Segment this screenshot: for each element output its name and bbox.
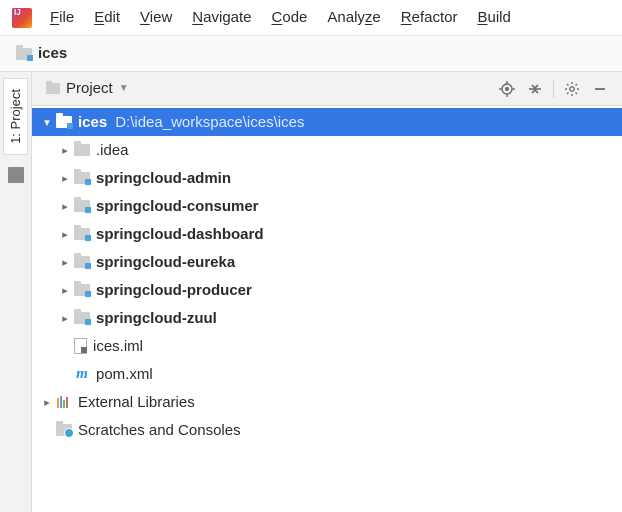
module-folder-icon — [74, 172, 90, 184]
module-folder-icon — [74, 256, 90, 268]
module-folder-icon — [74, 200, 90, 212]
tree-item-label: springcloud-admin — [96, 170, 231, 187]
chevron-right-icon[interactable]: ▸ — [58, 312, 72, 325]
tree-item[interactable]: ▸ springcloud-zuul — [32, 304, 622, 332]
menu-build[interactable]: Build — [467, 5, 520, 30]
tree-item[interactable]: ▸ .idea — [32, 136, 622, 164]
tree-external-libraries[interactable]: ▸ External Libraries — [32, 388, 622, 416]
menu-edit[interactable]: Edit — [84, 5, 130, 30]
collapse-all-button[interactable] — [524, 78, 546, 100]
libraries-icon — [56, 394, 72, 410]
menubar: FileEditViewNavigateCodeAnalyzeRefactorB… — [0, 0, 622, 36]
module-folder-icon — [56, 116, 72, 128]
chevron-right-icon[interactable]: ▸ — [58, 284, 72, 297]
chevron-right-icon[interactable]: ▸ — [58, 256, 72, 269]
file-icon — [74, 338, 87, 354]
maven-icon: m — [74, 366, 90, 382]
left-gutter: 1: Project — [0, 72, 32, 512]
chevron-right-icon[interactable]: ▸ — [58, 200, 72, 213]
module-folder-icon — [74, 284, 90, 296]
tree-item-label: ices.iml — [93, 338, 143, 355]
project-tree: ▾ ices D:\idea_workspace\ices\ices ▸ .ide… — [32, 106, 622, 512]
breadcrumb-project[interactable]: ices — [38, 45, 67, 62]
app-icon — [12, 8, 32, 28]
chevron-down-icon[interactable]: ▾ — [40, 116, 54, 129]
module-folder-icon — [74, 228, 90, 240]
menu-analyze[interactable]: Analyze — [317, 5, 390, 30]
tree-item[interactable]: ▸ springcloud-consumer — [32, 192, 622, 220]
chevron-right-icon[interactable]: ▸ — [58, 144, 72, 157]
structure-toolwindow-icon[interactable] — [8, 167, 24, 183]
tree-item-label: springcloud-producer — [96, 282, 252, 299]
panel-view-selector[interactable]: Project ▼ — [40, 78, 135, 99]
module-folder-icon — [16, 48, 32, 60]
gear-icon[interactable] — [561, 78, 583, 100]
tree-item-label: springcloud-dashboard — [96, 226, 264, 243]
tree-scratches[interactable]: Scratches and Consoles — [32, 416, 622, 444]
menu-file[interactable]: File — [40, 5, 84, 30]
tree-item[interactable]: ices.iml — [32, 332, 622, 360]
scratches-label: Scratches and Consoles — [78, 422, 241, 439]
tree-item-label: pom.xml — [96, 366, 153, 383]
tree-item[interactable]: ▸ springcloud-eureka — [32, 248, 622, 276]
separator — [553, 80, 554, 98]
folder-icon — [46, 83, 60, 94]
module-folder-icon — [74, 312, 90, 324]
tree-item[interactable]: ▸ springcloud-dashboard — [32, 220, 622, 248]
ext-libs-label: External Libraries — [78, 394, 195, 411]
tree-root[interactable]: ▾ ices D:\idea_workspace\ices\ices — [32, 108, 622, 136]
chevron-down-icon: ▼ — [119, 83, 129, 94]
project-panel-header: Project ▼ — [32, 72, 622, 106]
menu-view[interactable]: View — [130, 5, 182, 30]
tree-item[interactable]: ▸ springcloud-producer — [32, 276, 622, 304]
tree-item[interactable]: ▸ springcloud-admin — [32, 164, 622, 192]
breadcrumb: ices — [0, 36, 622, 72]
tree-item-label: springcloud-eureka — [96, 254, 235, 271]
locate-button[interactable] — [496, 78, 518, 100]
menu-code[interactable]: Code — [262, 5, 318, 30]
menu-refactor[interactable]: Refactor — [391, 5, 468, 30]
chevron-right-icon[interactable]: ▸ — [58, 228, 72, 241]
chevron-right-icon[interactable]: ▸ — [40, 396, 54, 409]
tree-item-label: springcloud-consumer — [96, 198, 259, 215]
tree-item[interactable]: m pom.xml — [32, 360, 622, 388]
scratches-icon — [56, 424, 72, 436]
folder-icon — [74, 144, 90, 156]
tree-item-label: .idea — [96, 142, 129, 159]
root-name: ices — [78, 114, 107, 131]
project-panel: Project ▼ — [32, 72, 622, 512]
menu-navigate[interactable]: Navigate — [182, 5, 261, 30]
project-toolwindow-tab[interactable]: 1: Project — [3, 78, 28, 155]
panel-title-label: Project — [66, 80, 113, 97]
chevron-right-icon[interactable]: ▸ — [58, 172, 72, 185]
hide-button[interactable] — [589, 78, 611, 100]
tree-item-label: springcloud-zuul — [96, 310, 217, 327]
root-path: D:\idea_workspace\ices\ices — [115, 114, 304, 131]
